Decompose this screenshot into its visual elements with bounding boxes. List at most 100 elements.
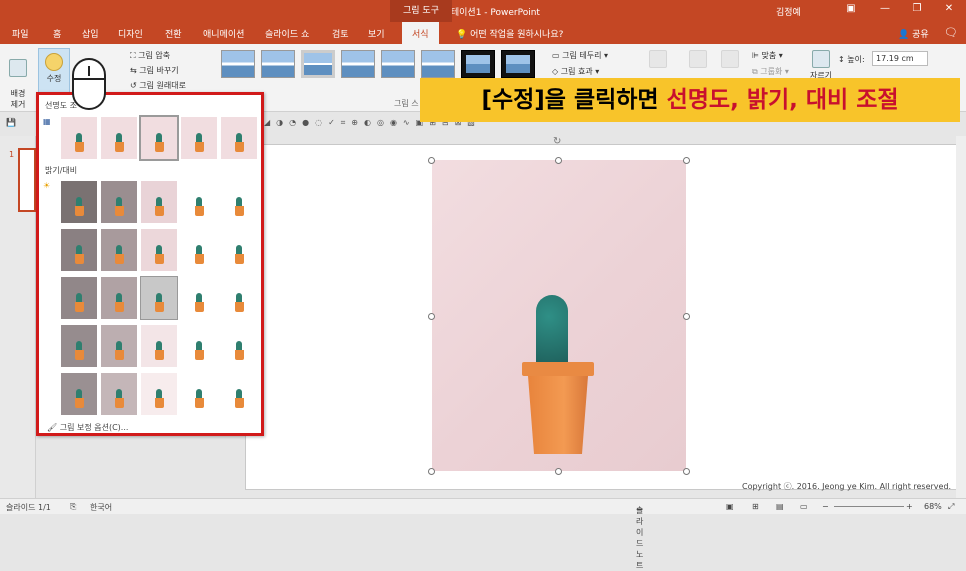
brightness-contrast-option[interactable] [181, 229, 217, 271]
minimize-button[interactable]: — [870, 3, 900, 14]
spellcheck-icon[interactable]: ⎘ [70, 502, 76, 512]
brightness-contrast-option[interactable] [181, 373, 217, 415]
slide-sorter-icon[interactable]: ⊞ [752, 502, 759, 511]
brightness-contrast-option[interactable] [101, 277, 137, 319]
zoom-slider[interactable] [834, 506, 904, 507]
sharpness-option[interactable] [61, 117, 97, 159]
brightness-contrast-option[interactable] [140, 276, 178, 320]
brightness-contrast-option[interactable] [221, 181, 257, 223]
sharpness-option[interactable] [181, 117, 217, 159]
tab-slideshow[interactable]: 슬라이드 쇼 [265, 27, 309, 40]
send-backward-button[interactable] [686, 50, 710, 70]
cactus-photo[interactable] [432, 160, 686, 471]
brightness-contrast-option[interactable] [181, 181, 217, 223]
change-picture-button[interactable]: ⇆ 그림 바꾸기 [130, 65, 179, 76]
picture-style-2[interactable] [261, 50, 295, 78]
resize-handle-bl[interactable] [428, 468, 435, 475]
resize-handle-t[interactable] [555, 157, 562, 164]
height-input[interactable]: 17.19 cm [872, 51, 928, 66]
comments-icon[interactable]: 🗨 [944, 26, 958, 39]
picture-style-6[interactable] [421, 50, 455, 78]
brightness-contrast-option[interactable] [101, 325, 137, 367]
tab-design[interactable]: 디자인 [118, 27, 143, 40]
brightness-contrast-option[interactable] [61, 277, 97, 319]
brightness-contrast-option[interactable] [141, 181, 177, 223]
reset-picture-button[interactable]: ↺ 그림 원래대로 [130, 80, 186, 91]
picture-border-button[interactable]: ▭ 그림 테두리 ▾ [552, 50, 608, 61]
brightness-contrast-option[interactable] [181, 277, 217, 319]
align-button[interactable]: ⊫ 맞춤 ▾ [752, 50, 783, 61]
thumb-pot [115, 206, 124, 216]
resize-handle-tl[interactable] [428, 157, 435, 164]
crop-button[interactable]: 자르기 [808, 50, 834, 81]
bring-forward-button[interactable] [646, 50, 670, 70]
tab-format[interactable]: 서식 [402, 22, 439, 44]
tab-file[interactable]: 파일 [12, 27, 29, 40]
brightness-contrast-option[interactable] [61, 181, 97, 223]
ribbon-display-button[interactable]: ▣ [836, 3, 866, 14]
brightness-contrast-option[interactable] [221, 229, 257, 271]
sharpness-option[interactable] [221, 117, 257, 159]
user-name[interactable]: 김정예 [776, 5, 801, 18]
brightness-contrast-option[interactable] [141, 325, 177, 367]
brightness-contrast-option[interactable] [61, 229, 97, 271]
save-icon[interactable]: 💾 [6, 118, 16, 127]
resize-handle-b[interactable] [555, 468, 562, 475]
tab-view[interactable]: 보기 [368, 27, 385, 40]
brightness-contrast-option[interactable] [101, 373, 137, 415]
restore-button[interactable]: ❐ [902, 3, 932, 14]
picture-effects-button[interactable]: ◇ 그림 효과 ▾ [552, 66, 599, 77]
tab-review[interactable]: 검토 [332, 27, 349, 40]
tab-transitions[interactable]: 전환 [165, 27, 182, 40]
tab-insert[interactable]: 삽입 [82, 27, 99, 40]
resize-handle-tr[interactable] [683, 157, 690, 164]
selection-pane-button[interactable] [718, 50, 742, 70]
zoom-level[interactable]: 68% [924, 502, 942, 511]
tab-home[interactable]: 홈 [53, 27, 61, 40]
thumb-pot [155, 350, 164, 360]
brightness-contrast-option[interactable] [221, 373, 257, 415]
rotate-handle-icon[interactable]: ↻ [553, 136, 561, 147]
brightness-contrast-option[interactable] [141, 373, 177, 415]
sharpness-option[interactable] [101, 117, 137, 159]
thumb-pot [235, 142, 244, 152]
language-indicator[interactable]: 한국어 [90, 502, 112, 513]
share-button[interactable]: 👤 공유 [898, 27, 929, 40]
tab-animations[interactable]: 애니메이션 [203, 27, 244, 40]
reset-label: 그림 원래대로 [139, 81, 186, 90]
compress-pictures-button[interactable]: ⛶ 그림 압축 [130, 50, 170, 61]
help-search[interactable]: 💡 어떤 작업을 원하시나요? [456, 27, 563, 40]
fit-slide-icon[interactable]: ⤢ [948, 502, 954, 512]
picture-corrections-options[interactable]: 🖌 그림 보정 옵션(C)... [47, 422, 128, 433]
sharpness-option[interactable] [139, 115, 179, 161]
picture-style-3[interactable] [301, 50, 335, 78]
normal-view-icon[interactable]: ▣ [726, 502, 734, 511]
picture-style-8[interactable] [501, 50, 535, 78]
brightness-contrast-option[interactable] [101, 229, 137, 271]
slide-thumbnail[interactable] [18, 148, 36, 212]
zoom-in-button[interactable]: + [906, 502, 913, 511]
brightness-contrast-option[interactable] [181, 325, 217, 367]
close-button[interactable]: ✕ [934, 3, 964, 14]
send-backward-icon [689, 50, 707, 68]
picture-style-5[interactable] [381, 50, 415, 78]
vertical-scrollbar[interactable] [956, 136, 966, 498]
brightness-contrast-option[interactable] [101, 181, 137, 223]
resize-handle-l[interactable] [428, 313, 435, 320]
slideshow-icon[interactable]: ▭ [800, 502, 808, 511]
brightness-contrast-option[interactable] [61, 373, 97, 415]
brightness-contrast-option[interactable] [61, 325, 97, 367]
brightness-contrast-option[interactable] [221, 277, 257, 319]
reading-view-icon[interactable]: ▤ [776, 502, 784, 511]
picture-style-1[interactable] [221, 50, 255, 78]
brightness-contrast-option[interactable] [221, 325, 257, 367]
picture-style-7[interactable] [461, 50, 495, 78]
remove-background-button[interactable]: 배경 제거 [4, 50, 32, 110]
resize-handle-br[interactable] [683, 468, 690, 475]
title-bar: 프레젠테이션1 - PowerPoint 그림 도구 김정예 ▣ — ❐ ✕ [0, 0, 966, 22]
resize-handle-r[interactable] [683, 313, 690, 320]
group-button[interactable]: ⧉ 그룹화 ▾ [752, 66, 789, 77]
picture-style-4[interactable] [341, 50, 375, 78]
brightness-contrast-option[interactable] [141, 229, 177, 271]
zoom-out-button[interactable]: − [822, 502, 829, 511]
